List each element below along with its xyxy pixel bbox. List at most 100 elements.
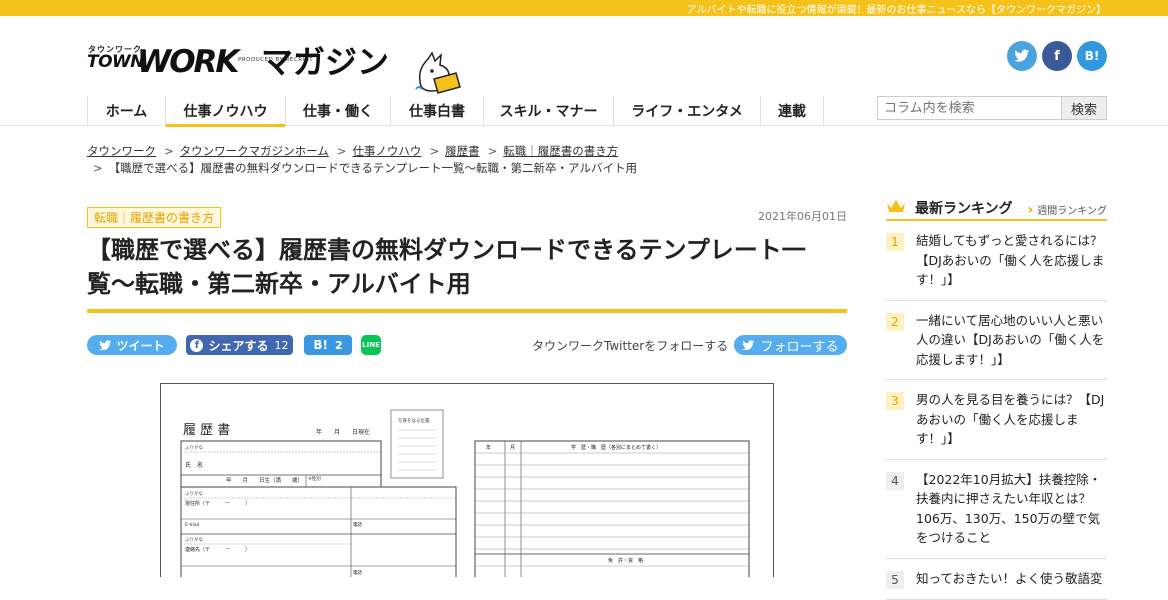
resume-name-label: 氏 名	[185, 461, 203, 469]
facebook-share-button[interactable]: f シェアする 12	[186, 335, 293, 355]
ranking-item-title: 男の人を見る目を養うには？【DJあおいの「働く人を応援します！」】	[916, 392, 1105, 446]
search-input[interactable]	[877, 96, 1062, 120]
breadcrumb: タウンワーク > タウンワークマガジンホーム > 仕事ノウハウ > 履歴書 > 転職｜履歴書の書…	[87, 143, 637, 177]
ranking-item-title: 結婚してもずっと愛されるには？【DJあおいの「働く人を応援します！」】	[916, 233, 1105, 287]
ranking-item[interactable]: 1 結婚してもずっと愛されるには？【DJあおいの「働く人を応援します！」】	[886, 221, 1107, 301]
resume-address-label: 現住所（〒 ー ）	[185, 500, 250, 507]
ranking-item-title: 一緒にいて居心地のいい人と悪い人の違い【DJあおいの「働く人を応援します！」】	[916, 312, 1105, 367]
logo-town: TOWN	[87, 52, 145, 72]
nav-item[interactable]: 仕事・働く	[286, 96, 391, 126]
ranking-item[interactable]: 4 【2022年10月拡大】扶養控除・扶養内に押さえたい年収とは？106万、130…	[886, 460, 1107, 559]
ranking-item-title: 知っておきたい！よく使う敬語変	[916, 570, 1103, 586]
resume-email-label: E-mail	[185, 522, 199, 528]
ranking-number: 4	[886, 471, 904, 490]
logo-work: WORK	[137, 44, 239, 80]
nav-item[interactable]: 仕事白書	[391, 96, 484, 126]
facebook-icon[interactable]: f	[1042, 41, 1072, 71]
resume-template-image: 履 歴 書 年 月 日現在 写真をはる位置 ふりがな 氏 名 年 月 日生（満 …	[160, 383, 774, 577]
search-button[interactable]: 検索	[1062, 96, 1107, 120]
facebook-share-count: 12	[274, 338, 289, 352]
breadcrumb-separator: >	[93, 161, 103, 175]
share-bar: ツイート f シェアする 12 B! 2 LINE タウンワークTwitterを…	[87, 335, 847, 357]
logo-produced-by: PRODUCED BY RECRUIT	[238, 57, 314, 63]
follow-label: フォローする	[760, 339, 839, 355]
ranking-item[interactable]: 5 知っておきたい！よく使う敬語変	[886, 559, 1107, 600]
hatena-bookmark-button[interactable]: B! 2	[304, 335, 352, 355]
facebook-f-icon: f	[190, 338, 204, 352]
nav-item[interactable]: ホーム	[88, 96, 166, 126]
nav-item[interactable]: ライフ・エンタメ	[614, 96, 761, 126]
twitter-bird-icon	[99, 339, 112, 350]
resume-photo-note: 写真をはる位置	[398, 417, 430, 424]
breadcrumb-current: 【職歴で選べる】履歴書の無料ダウンロードできるテンプレート一覧〜転職・第二新卒・…	[108, 161, 637, 175]
title-underline	[87, 309, 847, 313]
resume-phone-label-2: 電話	[353, 569, 362, 576]
twitter-icon[interactable]	[1007, 41, 1037, 71]
breadcrumb-links: タウンワーク > タウンワークマガジンホーム > 仕事ノウハウ > 履歴書 > 転職｜履歴書の書…	[87, 143, 637, 160]
ranking-number: 5	[886, 570, 904, 589]
breadcrumb-link[interactable]: タウンワークマガジンホーム	[180, 143, 329, 160]
nav-item[interactable]: 仕事ノウハウ	[166, 96, 286, 127]
breadcrumb-link[interactable]: 仕事ノウハウ	[352, 143, 421, 160]
crown-icon	[887, 200, 905, 212]
facebook-glyph: f	[1054, 48, 1060, 64]
top-banner-text: アルバイトや転職に役立つ情報が満載！最新のお仕事ニュースなら【タウンワークマガジ…	[686, 5, 1106, 16]
main-nav: ホーム仕事ノウハウ仕事・働く仕事白書スキル・マナーライフ・エンタメ連載 検索	[0, 96, 1168, 127]
twitter-bird-icon	[742, 339, 755, 350]
breadcrumb-link[interactable]: 転職｜履歴書の書き方	[503, 143, 618, 160]
hatena-icon[interactable]: B!	[1077, 41, 1107, 71]
resume-birth-label: 年 月 日生（満 歳）	[226, 476, 303, 484]
weekly-ranking-link[interactable]: 週間ランキング	[1028, 202, 1107, 218]
site-header: タウンワーク TOWN WORK マガジン PRODUCED BY RECRUI…	[0, 16, 1168, 96]
facebook-share-label: シェアする	[208, 338, 269, 353]
ranking-number: 3	[886, 392, 904, 410]
breadcrumb-separator: >	[429, 144, 440, 158]
ranking-item[interactable]: 3 男の人を見る目を養うには？【DJあおいの「働く人を応援します！」】	[886, 380, 1107, 460]
ranking-sidebar: 最新ランキング 週間ランキング 1 結婚してもずっと愛されるには？【DJあおいの「…	[886, 195, 1107, 600]
tweet-button[interactable]: ツイート	[87, 335, 177, 355]
ranking-list: 1 結婚してもずっと愛されるには？【DJあおいの「働く人を応援します！」】 2 一緒に…	[886, 221, 1107, 600]
follow-prompt: タウンワークTwitterをフォローする	[532, 339, 729, 353]
history-month-header: 月	[510, 445, 515, 451]
ranking-number: 1	[886, 233, 904, 251]
breadcrumb-link[interactable]: 履歴書	[445, 143, 480, 160]
resume-contact-label: 連絡先（〒 ー ）	[185, 546, 250, 553]
top-banner: アルバイトや転職に役立つ情報が満載！最新のお仕事ニュースなら【タウンワークマガジ…	[0, 0, 1168, 16]
hatena-count: 2	[334, 338, 343, 352]
resume-form-drawing: 履 歴 書 年 月 日現在 写真をはる位置 ふりがな 氏 名 年 月 日生（満 …	[180, 409, 750, 577]
search-form: 検索	[877, 96, 1107, 120]
ranking-title: 最新ランキング	[915, 201, 1013, 217]
line-icon: LINE	[362, 341, 380, 349]
category-tag[interactable]: 転職｜履歴書の書き方	[87, 207, 222, 228]
hatena-label: B!	[313, 338, 328, 352]
breadcrumb-separator: >	[164, 144, 174, 158]
publish-date: 2021年06月01日	[758, 210, 847, 223]
social-links: f B!	[1007, 41, 1107, 71]
ranking-item[interactable]: 2 一緒にいて居心地のいい人と悪い人の違い【DJあおいの「働く人を応援します！」】	[886, 301, 1107, 380]
breadcrumb-current-row: > 【職歴で選べる】履歴書の無料ダウンロードできるテンプレート一覧〜転職・第二新…	[87, 160, 637, 177]
resume-heading: 履 歴 書	[183, 423, 230, 438]
history-year-header: 年	[486, 444, 491, 451]
nav-item[interactable]: スキル・マナー	[484, 96, 614, 126]
history-header: 学 歴・職 歴（各別にまとめて書く）	[571, 444, 661, 451]
breadcrumb-separator: >	[487, 144, 498, 158]
tweet-label: ツイート	[116, 338, 165, 353]
ranking-item-title: 【2022年10月拡大】扶養控除・扶養内に押さえたい年収とは？106万、130万…	[916, 471, 1102, 546]
hatena-glyph: B!	[1084, 49, 1100, 63]
breadcrumb-separator: >	[336, 144, 347, 158]
resume-sex-label: ※性別	[308, 475, 321, 482]
resume-date-line: 年 月 日現在	[316, 428, 370, 436]
twitter-follow-button[interactable]: フォローする	[734, 335, 847, 355]
line-share-button[interactable]: LINE	[361, 335, 381, 355]
article-title: 【職歴で選べる】履歴書の無料ダウンロードできるテンプレート一覧〜転職・第二新卒・…	[87, 236, 806, 298]
ranking-number: 2	[886, 312, 904, 331]
nav-item[interactable]: 連載	[761, 96, 824, 126]
townwork-wordmark: タウンワーク TOWN WORK	[87, 44, 259, 80]
mascot-icon	[415, 51, 461, 94]
breadcrumb-link[interactable]: タウンワーク	[87, 143, 156, 160]
ranking-header: 最新ランキング 週間ランキング	[886, 195, 1107, 221]
resume-furigana-1: ふりがな	[185, 444, 203, 451]
nav-items: ホーム 仕事ノウハウ 仕事・働く 仕事白書 スキル・マナー ライフ・エンタメ 連載	[87, 96, 824, 127]
resume-furigana-3: ふりがな	[185, 536, 203, 543]
resume-phone-label: 電話	[353, 521, 362, 528]
